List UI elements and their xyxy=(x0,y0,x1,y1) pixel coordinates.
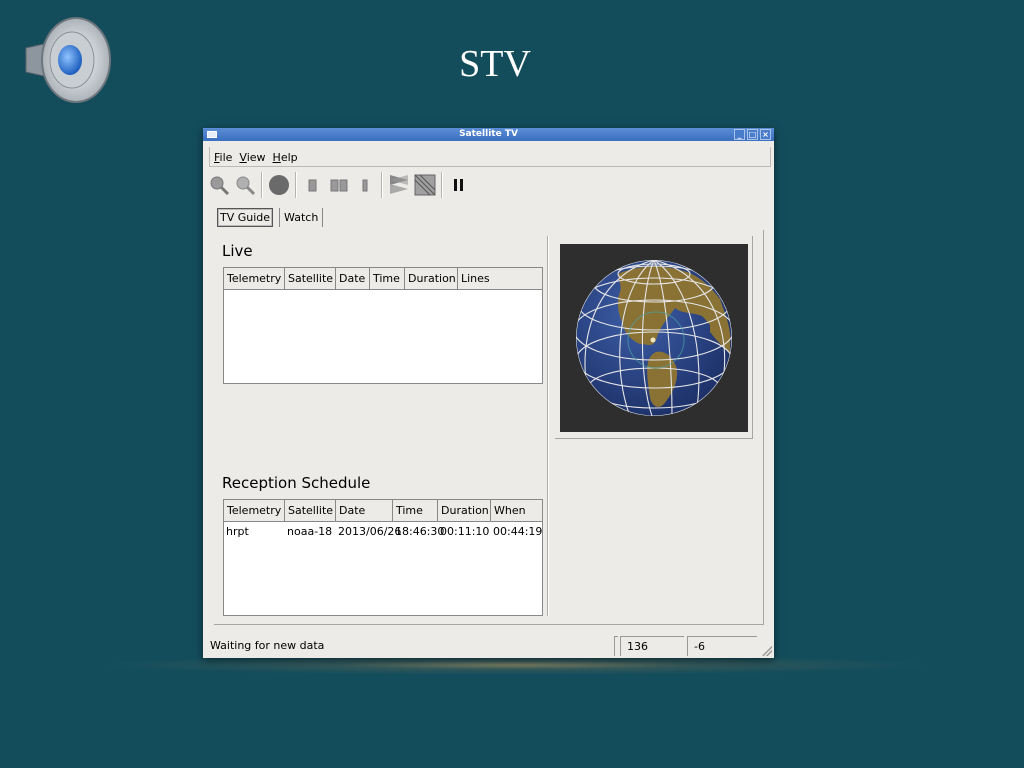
live-table[interactable]: Telemetry Satellite Date Time Duration L… xyxy=(223,267,543,384)
schedule-table[interactable]: Telemetry Satellite Date Time Duration W… xyxy=(223,499,543,616)
toolbar-separator xyxy=(381,172,383,198)
schedule-table-header: Telemetry Satellite Date Time Duration W… xyxy=(224,500,542,522)
status-field-2: -6 xyxy=(687,636,757,656)
app-window: Satellite TV _ □ × File View Help TV Gui… xyxy=(203,128,774,658)
layers-icon[interactable] xyxy=(387,172,411,198)
pause-icon[interactable] xyxy=(447,172,471,198)
menu-file[interactable]: File xyxy=(214,147,232,166)
maximize-button[interactable]: □ xyxy=(747,129,758,140)
schedule-title: Reception Schedule xyxy=(222,474,371,492)
pattern-icon[interactable] xyxy=(413,172,437,198)
column-header[interactable]: Time xyxy=(393,500,438,521)
zoom-out-icon[interactable] xyxy=(233,172,257,198)
toolbar-separator xyxy=(295,172,297,198)
toolbar-separator xyxy=(261,172,263,198)
cell-date: 2013/06/26 xyxy=(338,525,402,538)
column-header[interactable]: Date xyxy=(336,268,370,289)
column-header[interactable]: Duration xyxy=(405,268,458,289)
column-header[interactable]: Satellite xyxy=(285,268,336,289)
dual-view-icon[interactable] xyxy=(327,172,351,198)
cell-when: 00:44:19 xyxy=(493,525,543,538)
status-field-1: 136 xyxy=(620,636,684,656)
status-bar: Waiting for new data 136 -6 xyxy=(203,633,774,658)
slide-title: STV xyxy=(459,43,531,85)
column-header[interactable]: When xyxy=(491,500,542,521)
live-title: Live xyxy=(222,242,253,260)
column-header[interactable]: Satellite xyxy=(285,500,336,521)
menu-bar: File View Help xyxy=(209,147,771,167)
window-title: Satellite TV xyxy=(459,129,518,139)
zoom-in-icon[interactable] xyxy=(207,172,231,198)
status-message: Waiting for new data xyxy=(210,639,325,652)
cell-time: 18:46:30 xyxy=(395,525,445,538)
speaker-icon[interactable] xyxy=(22,14,114,106)
resize-grip[interactable] xyxy=(762,646,772,656)
column-header[interactable]: Telemetry xyxy=(224,268,285,289)
globe-view[interactable] xyxy=(560,244,748,432)
station-marker xyxy=(650,337,656,343)
window-menu-icon[interactable] xyxy=(207,131,217,138)
status-separator xyxy=(614,636,618,656)
globe-icon[interactable] xyxy=(267,172,291,198)
narrow-view-icon[interactable] xyxy=(353,172,377,198)
column-header[interactable]: Time xyxy=(370,268,405,289)
minimize-button[interactable]: _ xyxy=(734,129,745,140)
panel-splitter[interactable] xyxy=(547,236,549,616)
cell-duration: 00:11:10 xyxy=(440,525,490,538)
column-header[interactable]: Duration xyxy=(438,500,491,521)
tab-watch[interactable]: Watch xyxy=(279,208,324,227)
menu-view[interactable]: View xyxy=(239,147,265,166)
column-header[interactable]: Date xyxy=(336,500,393,521)
toolbar-separator xyxy=(441,172,443,198)
title-bar[interactable]: Satellite TV _ □ × xyxy=(203,128,774,141)
live-table-header: Telemetry Satellite Date Time Duration L… xyxy=(224,268,542,290)
menu-help[interactable]: Help xyxy=(273,147,298,166)
table-row[interactable]: hrpt noaa-18 2013/06/26 18:46:30 00:11:1… xyxy=(224,522,542,542)
tab-bar: TV Guide Watch xyxy=(217,208,324,227)
cell-satellite: noaa-18 xyxy=(287,525,333,538)
guide-panel: Live Telemetry Satellite Date Time Durat… xyxy=(217,236,547,616)
close-button[interactable]: × xyxy=(760,129,771,140)
cell-telemetry: hrpt xyxy=(226,525,249,538)
column-header[interactable]: Lines xyxy=(458,268,542,289)
column-header[interactable]: Telemetry xyxy=(224,500,285,521)
single-view-icon[interactable] xyxy=(301,172,325,198)
tab-tv-guide[interactable]: TV Guide xyxy=(217,208,274,227)
toolbar xyxy=(207,170,471,200)
